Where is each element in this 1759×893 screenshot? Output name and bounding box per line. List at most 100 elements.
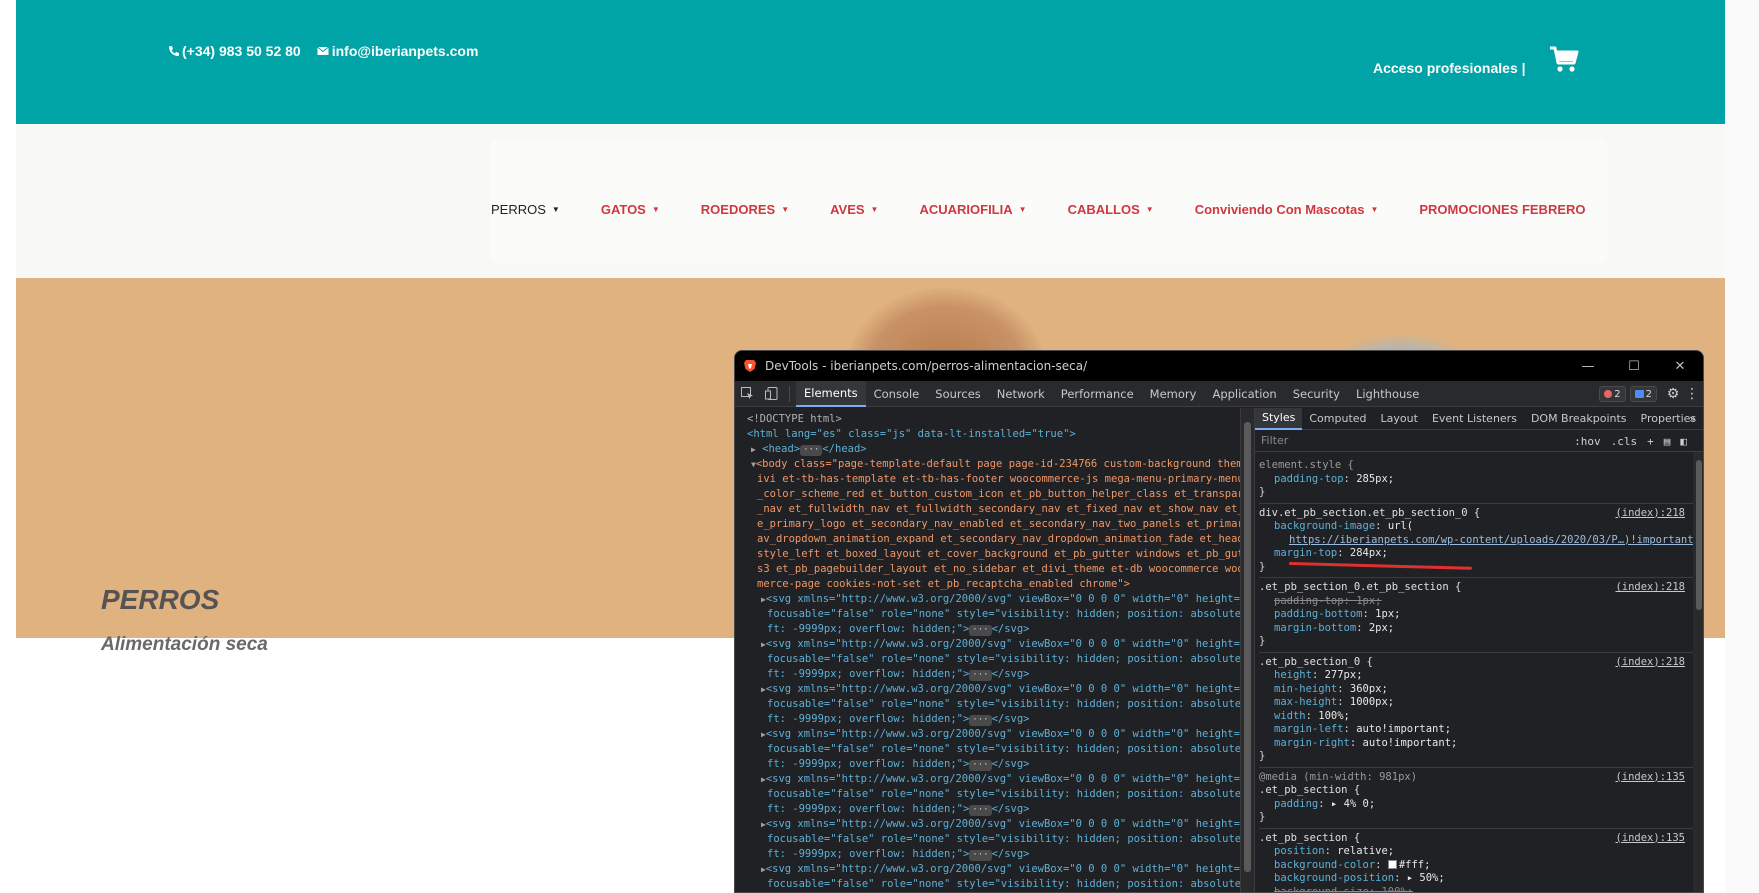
- ellipsis-icon[interactable]: ···: [969, 850, 992, 861]
- tab-dom-breakpoints[interactable]: DOM Breakpoints: [1524, 408, 1634, 430]
- nav-item-acuariofilia[interactable]: ACUARIOFILIA ▼: [919, 202, 1026, 217]
- css-declaration[interactable]: padding-top: 1px;: [1259, 595, 1703, 609]
- css-declaration[interactable]: https://iberianpets.com/wp-content/uploa…: [1259, 534, 1703, 548]
- nav-item-roedores[interactable]: ROEDORES ▼: [701, 202, 789, 217]
- css-rule[interactable]: .et_pb_section_0.et_pb_section {(index):…: [1259, 578, 1703, 653]
- tab-memory[interactable]: Memory: [1142, 381, 1205, 407]
- more-tabs-icon[interactable]: »: [1682, 408, 1703, 430]
- scrollbar-thumb[interactable]: [1244, 422, 1251, 872]
- elements-scrollbar[interactable]: [1240, 408, 1254, 892]
- css-url[interactable]: https://iberianpets.com/wp-content/uploa…: [1289, 534, 1700, 546]
- maximize-icon[interactable]: ☐: [1611, 351, 1657, 381]
- nav-item-caballos[interactable]: CABALLOS ▼: [1068, 202, 1154, 217]
- expand-triangle-icon[interactable]: ▶: [751, 445, 756, 454]
- css-rule[interactable]: .et_pb_section_0 {(index):218 height: 277…: [1259, 653, 1703, 768]
- css-rule[interactable]: div.et_pb_section.et_pb_section_0 {(inde…: [1259, 504, 1703, 578]
- styles-scrollbar[interactable]: [1693, 452, 1703, 892]
- css-declaration[interactable]: background-color: #fff;: [1259, 859, 1703, 873]
- css-declaration[interactable]: padding-bottom: 1px;: [1259, 608, 1703, 622]
- nav-item-perros[interactable]: PERROS ▼: [491, 202, 560, 217]
- tab-console[interactable]: Console: [866, 381, 928, 407]
- tab-layout[interactable]: Layout: [1374, 408, 1425, 430]
- message-badge[interactable]: 2: [1629, 386, 1657, 402]
- inspect-element-icon[interactable]: [735, 381, 759, 407]
- tab-elements[interactable]: Elements: [796, 380, 866, 407]
- nav-item-conviviendo[interactable]: Conviviendo Con Mascotas ▼: [1195, 202, 1379, 217]
- body-node[interactable]: ▼<body class="page-template-default page…: [747, 457, 1240, 592]
- toggle-sidebar-icon[interactable]: ◧: [1680, 435, 1687, 448]
- css-declaration[interactable]: padding: ▸ 4% 0;: [1259, 798, 1703, 812]
- doctype-node[interactable]: <!DOCTYPE html>: [747, 412, 1240, 427]
- nav-item-aves[interactable]: AVES ▼: [830, 202, 878, 217]
- svg-node[interactable]: ▶<svg xmlns="http://www.w3.org/2000/svg"…: [747, 637, 1240, 682]
- ellipsis-icon[interactable]: ···: [969, 715, 992, 726]
- html-node[interactable]: <html lang="es" class="js" data-lt-insta…: [747, 427, 1240, 442]
- rule-selector[interactable]: .et_pb_section {: [1259, 784, 1703, 798]
- tab-application[interactable]: Application: [1204, 381, 1284, 407]
- css-rule[interactable]: @media (min-width: 981px) .et_pb_section …: [1259, 768, 1703, 829]
- minimize-icon[interactable]: —: [1565, 351, 1611, 381]
- nav-item-gatos[interactable]: GATOS ▼: [601, 202, 660, 217]
- more-options-icon[interactable]: ⋮: [1685, 381, 1699, 407]
- rule-source-link[interactable]: (index):135: [1615, 832, 1685, 846]
- filter-input[interactable]: Filter: [1261, 434, 1288, 447]
- tab-computed[interactable]: Computed: [1302, 408, 1373, 430]
- css-declaration[interactable]: padding-top: 285px;: [1259, 473, 1703, 487]
- hov-toggle[interactable]: :hov: [1574, 435, 1601, 448]
- ellipsis-icon[interactable]: ···: [969, 625, 992, 636]
- css-declaration[interactable]: margin-right: auto!important;: [1259, 737, 1703, 751]
- ellipsis-icon[interactable]: ···: [969, 670, 992, 681]
- svg-node[interactable]: ▶<svg xmlns="http://www.w3.org/2000/svg"…: [747, 727, 1240, 772]
- svg-node[interactable]: ▶<svg xmlns="http://www.w3.org/2000/svg"…: [747, 817, 1240, 862]
- nav-item-promociones[interactable]: PROMOCIONES FEBRERO: [1419, 202, 1585, 217]
- scrollbar-thumb[interactable]: [1696, 460, 1702, 610]
- css-declaration[interactable]: margin-bottom: 2px;: [1259, 622, 1703, 636]
- rule-source-link[interactable]: (index):218: [1615, 507, 1685, 521]
- tab-styles[interactable]: Styles: [1255, 407, 1303, 430]
- tab-network[interactable]: Network: [989, 381, 1053, 407]
- tab-event-listeners[interactable]: Event Listeners: [1425, 408, 1524, 430]
- rule-source-link[interactable]: (index):218: [1615, 581, 1685, 595]
- svg-node[interactable]: ▶<svg xmlns="http://www.w3.org/2000/svg"…: [747, 592, 1240, 637]
- phone-number[interactable]: (+34) 983 50 52 80: [182, 43, 301, 59]
- svg-node[interactable]: ▶<svg xmlns="http://www.w3.org/2000/svg"…: [747, 772, 1240, 817]
- device-toolbar-icon[interactable]: [759, 381, 783, 407]
- cart-icon[interactable]: [1549, 46, 1579, 74]
- settings-gear-icon[interactable]: ⚙: [1661, 381, 1685, 407]
- css-declaration[interactable]: background-image: url(: [1259, 520, 1703, 534]
- tab-sources[interactable]: Sources: [927, 381, 989, 407]
- css-declaration[interactable]: position: relative;: [1259, 845, 1703, 859]
- svg-node[interactable]: ▶<svg xmlns="http://www.w3.org/2000/svg"…: [747, 862, 1240, 892]
- css-declaration[interactable]: background-position: ▸ 50%;: [1259, 872, 1703, 886]
- tab-lighthouse[interactable]: Lighthouse: [1348, 381, 1427, 407]
- add-rule-icon[interactable]: +: [1647, 435, 1654, 448]
- rule-selector[interactable]: element.style {: [1259, 459, 1703, 473]
- rule-source-link[interactable]: (index):218: [1615, 656, 1685, 670]
- ellipsis-icon[interactable]: ···: [969, 760, 992, 771]
- css-declaration[interactable]: margin-top: 284px;: [1259, 547, 1703, 561]
- tab-performance[interactable]: Performance: [1053, 381, 1142, 407]
- email-link[interactable]: info@iberianpets.com: [332, 43, 479, 59]
- ellipsis-icon[interactable]: ···: [800, 445, 823, 456]
- css-declaration[interactable]: min-height: 360px;: [1259, 683, 1703, 697]
- head-node[interactable]: ▶ <head> ··· </head>: [747, 442, 1240, 457]
- ellipsis-icon[interactable]: ···: [969, 805, 992, 816]
- css-declaration[interactable]: margin-left: auto!important;: [1259, 723, 1703, 737]
- color-swatch-icon[interactable]: [1387, 859, 1397, 869]
- pro-access-link[interactable]: Acceso profesionales |: [1373, 60, 1526, 76]
- cls-toggle[interactable]: .cls: [1611, 435, 1638, 448]
- styles-filter[interactable]: Filter :hov .cls + ▤ ◧: [1255, 430, 1703, 452]
- svg-node[interactable]: ▶<svg xmlns="http://www.w3.org/2000/svg"…: [747, 682, 1240, 727]
- paint-icon[interactable]: ▤: [1664, 435, 1671, 448]
- close-icon[interactable]: ✕: [1657, 351, 1703, 381]
- error-badge[interactable]: 2: [1599, 386, 1626, 402]
- css-rule[interactable]: element.style {padding-top: 285px;}: [1259, 456, 1703, 504]
- devtools-titlebar[interactable]: DevTools - iberianpets.com/perros-alimen…: [735, 351, 1703, 381]
- tab-security[interactable]: Security: [1285, 381, 1348, 407]
- rule-source-link[interactable]: (index):135: [1615, 771, 1685, 785]
- css-declaration[interactable]: height: 277px;: [1259, 669, 1703, 683]
- css-rule[interactable]: .et_pb_section {(index):135 position: rel…: [1259, 829, 1703, 893]
- css-declaration[interactable]: width: 100%;: [1259, 710, 1703, 724]
- css-declaration[interactable]: background-size: 100%;: [1259, 886, 1703, 893]
- css-declaration[interactable]: max-height: 1000px;: [1259, 696, 1703, 710]
